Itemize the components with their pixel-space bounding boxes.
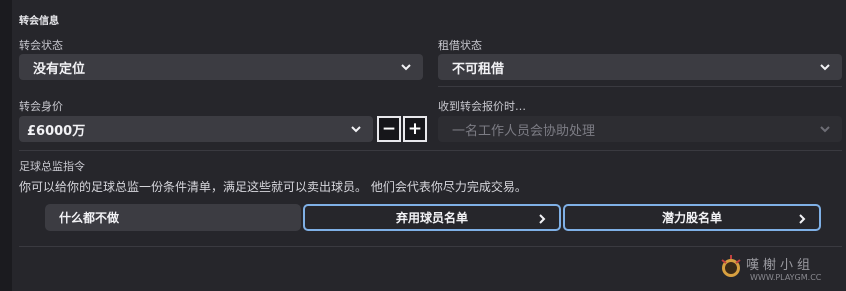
watermark-logo-icon [721, 255, 741, 277]
discard-list-label: 弃用球员名单 [395, 211, 468, 225]
chevron-down-icon [820, 126, 830, 133]
chevron-right-icon [799, 214, 806, 224]
chevron-down-icon [401, 64, 411, 71]
transfer-status-value: 没有定位 [33, 61, 86, 77]
chevron-down-icon [351, 126, 361, 133]
transfer-status-label: 转会状态 [19, 39, 63, 52]
transfer-status-dropdown[interactable]: 没有定位 [19, 54, 423, 80]
watermark-url: WWW.PLAYGM.CC [750, 273, 822, 282]
discard-list-button[interactable]: 弃用球员名单 [303, 204, 561, 231]
director-action-value: 什么都不做 [59, 211, 120, 225]
director-action-dropdown[interactable]: 什么都不做 [45, 204, 301, 231]
increase-value-button[interactable]: + [403, 116, 427, 142]
transfer-value-dropdown[interactable]: £6000万 [19, 116, 373, 142]
on-offer-value: 一名工作人员会协助处理 [452, 123, 596, 139]
on-offer-dropdown: 一名工作人员会协助处理 [438, 116, 842, 142]
watermark-text: 嘆榭小组 [746, 258, 815, 273]
loan-status-label: 租借状态 [438, 39, 482, 52]
potential-list-label: 潜力股名单 [661, 211, 722, 225]
director-description: 你可以给你的足球总监一份条件清单，满足这些就可以卖出球员。 他们会代表你尽力完成… [19, 180, 527, 194]
on-offer-label: 收到转会报价时… [438, 100, 526, 113]
potential-list-button[interactable]: 潜力股名单 [563, 204, 821, 231]
director-label: 足球总监指令 [19, 160, 85, 173]
divider [438, 86, 842, 87]
decrease-value-button[interactable]: − [377, 116, 401, 142]
chevron-down-icon [820, 64, 830, 71]
chevron-right-icon [539, 214, 546, 224]
watermark: 嘆榭小组 WWW.PLAYGM.CC [716, 248, 846, 288]
loan-status-value: 不可租借 [452, 61, 505, 77]
transfer-value-value: £6000万 [27, 123, 86, 139]
divider [19, 246, 842, 247]
section-title: 转会信息 [19, 16, 59, 27]
divider [19, 150, 842, 151]
loan-status-dropdown[interactable]: 不可租借 [438, 54, 842, 80]
transfer-value-label: 转会身价 [19, 100, 63, 113]
